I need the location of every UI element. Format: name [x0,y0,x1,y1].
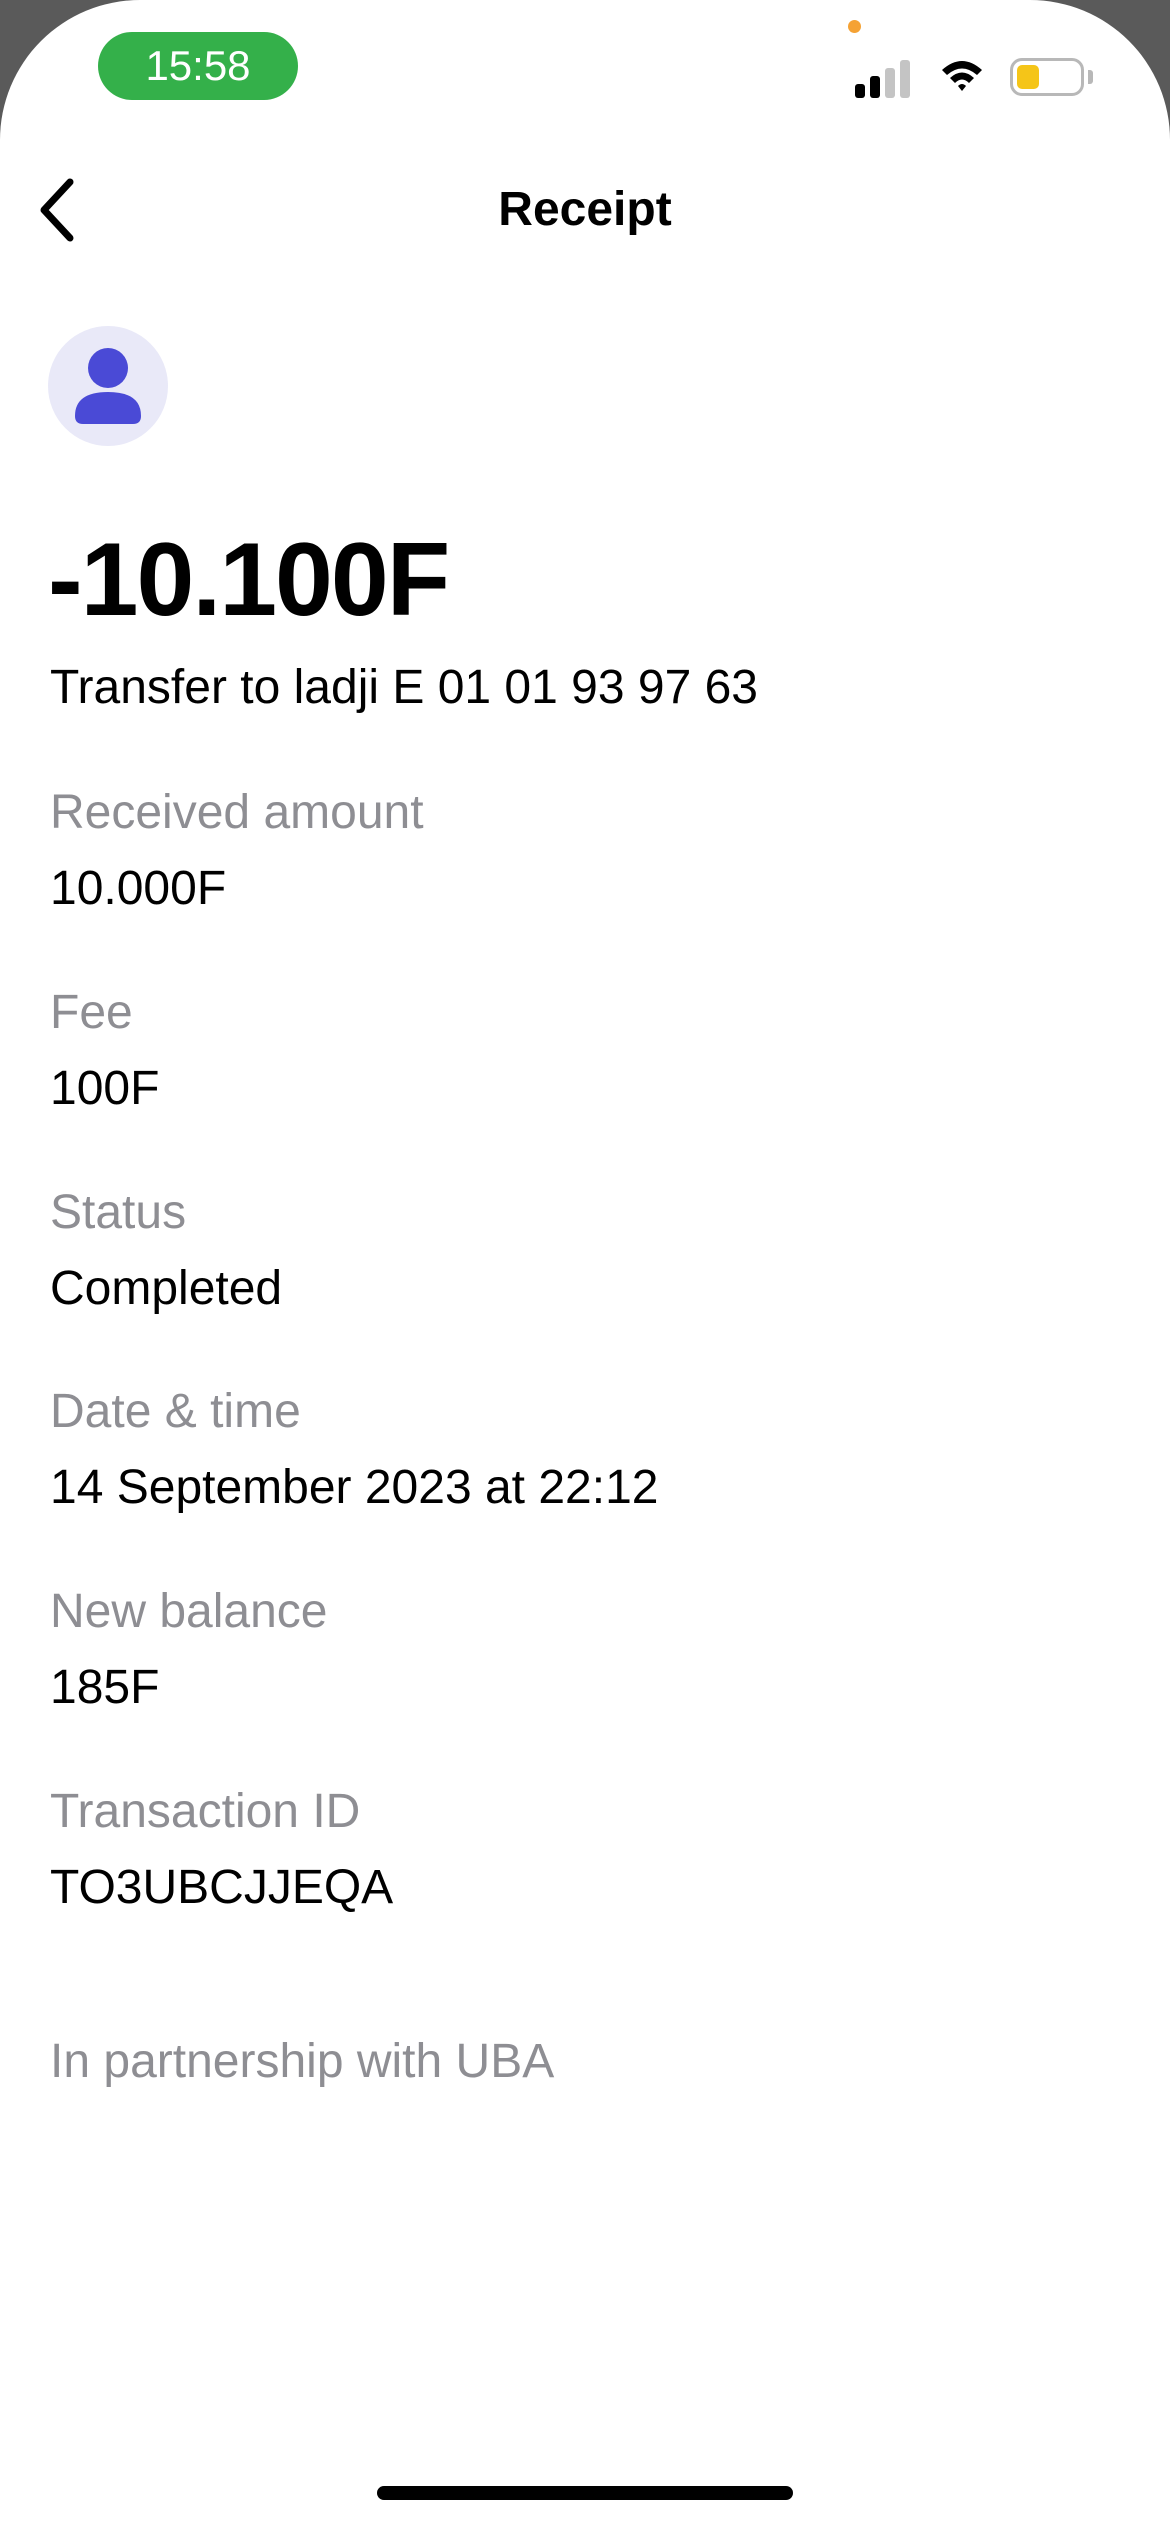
transaction-id-value[interactable]: TO3UBCJJEQA [50,1858,393,1918]
status-field: Status Completed [50,1183,282,1319]
avatar [48,326,168,446]
fee-label: Fee [50,986,133,1039]
transaction-amount: -10.100F [48,522,450,638]
transaction-id-field: Transaction ID TO3UBCJJEQA [50,1782,393,1918]
user-icon [75,348,141,424]
battery-icon [1010,58,1084,96]
battery-tip [1088,70,1093,84]
transaction-description: Transfer to ladji E 01 01 93 97 63 [50,661,758,714]
date-time-field: Date & time 14 September 2023 at 22:12 [50,1382,658,1518]
battery-level [1017,65,1039,89]
privacy-indicator-dot [848,20,861,33]
chevron-left-icon [40,178,74,242]
received-amount-field: Received amount 10.000F [50,783,424,919]
date-time-label: Date & time [50,1385,301,1438]
home-indicator[interactable] [377,2486,793,2500]
navigation-bar: Receipt [0,160,1170,260]
fee-value: 100F [50,1062,160,1115]
receipt-screen: 15:58 Receipt -10.100F Transfer to ladji… [0,0,1170,2532]
status-value: Completed [50,1262,283,1315]
back-button[interactable] [28,170,88,250]
transaction-id-label: Transaction ID [50,1785,361,1838]
status-label: Status [50,1186,187,1239]
fee-field: Fee 100F [50,983,159,1119]
date-time-value: 14 September 2023 at 22:12 [50,1461,659,1514]
new-balance-label: New balance [50,1585,328,1638]
new-balance-value: 185F [50,1661,160,1714]
wifi-icon [940,56,984,96]
partnership-note: In partnership with UBA [50,2035,555,2088]
new-balance-field: New balance 185F [50,1582,328,1718]
status-time[interactable]: 15:58 [98,32,298,100]
status-bar: 15:58 [0,0,1170,140]
cellular-signal-icon [855,58,915,98]
received-amount-label: Received amount [50,786,424,839]
page-title: Receipt [498,183,672,236]
received-amount-value: 10.000F [50,862,227,915]
